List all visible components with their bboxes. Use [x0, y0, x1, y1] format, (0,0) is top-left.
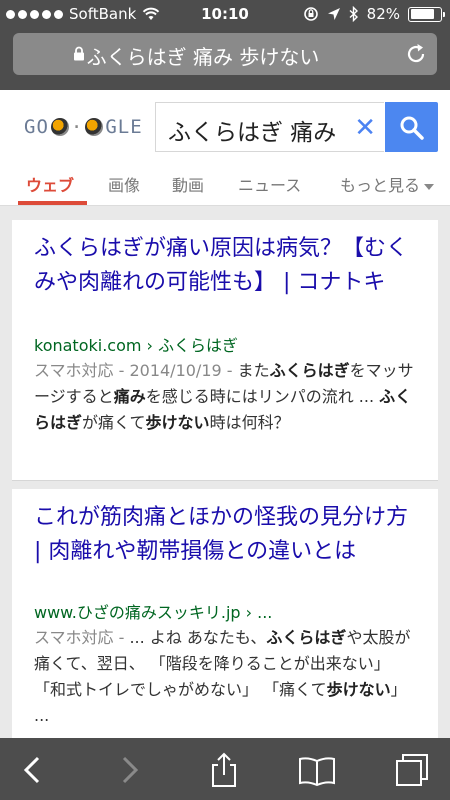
search-result: これが筋肉痛とほかの怪我の見分け方 | 肉離れや靭帯損傷との違いとは www.ひ…	[12, 489, 438, 749]
snippet-highlight: 痛み	[113, 387, 146, 406]
back-icon[interactable]	[14, 750, 54, 790]
bluetooth-icon	[349, 6, 358, 22]
snippet-text: ... よね あなたも、	[129, 628, 267, 647]
tab-images[interactable]: 画像	[108, 172, 140, 196]
snippet-highlight: 歩けない	[145, 413, 210, 432]
search-icon	[400, 116, 424, 140]
snippet-text: 時は何科？	[209, 413, 290, 432]
tab-more-label: もっと見る	[340, 176, 421, 195]
search-tabs: ウェブ 画像 動画 ニュース もっと見る	[0, 166, 450, 206]
address-bar[interactable]: ふくらはぎ 痛み 歩けない	[13, 33, 437, 75]
rotation-lock-icon	[303, 7, 318, 21]
clear-search-icon[interactable]: ✕	[354, 113, 376, 143]
location-icon	[327, 8, 340, 20]
address-bar-text: ふくらはぎ 痛み 歩けない	[86, 45, 320, 69]
result-snippet: スマホ対応 - 2014/10/19 - またふくらはぎをマッサージすると痛みを…	[34, 358, 418, 436]
tab-more[interactable]: もっと見る	[340, 172, 435, 196]
logo-text-left: GO	[24, 116, 49, 138]
result-title-link[interactable]: ふくらはぎが痛い原因は病気？【むくみや肉離れの可能性も】 | コナトキ	[34, 232, 418, 300]
result-url[interactable]: www.ひざの痛みスッキリ.jp › ...	[34, 599, 272, 623]
battery-icon	[408, 6, 445, 22]
tab-news[interactable]: ニュース	[238, 172, 301, 196]
search-result: ふくらはぎが痛い原因は病気？【むくみや肉離れの可能性も】 | コナトキ kona…	[12, 220, 438, 481]
snippet-highlight: ふくらはぎ	[269, 361, 350, 380]
result-meta: スマホ対応 -	[34, 628, 130, 647]
doodle-eye-icon	[50, 118, 69, 136]
snippet-text: また	[237, 361, 270, 380]
result-meta: スマホ対応 - 2014/10/19 -	[34, 361, 238, 380]
snippet-highlight: ふくらはぎ	[266, 628, 347, 647]
snippet-text: を感じる時にはリンパの流れ ...	[145, 387, 380, 406]
status-bar: SoftBank 10:10 82%	[0, 0, 450, 28]
snippet-text: が痛くて	[82, 413, 146, 432]
tab-web[interactable]: ウェブ	[26, 172, 74, 196]
logo-dash: ·	[70, 116, 84, 138]
browser-toolbar	[0, 738, 450, 800]
google-header: GO · GLE ふくらはぎ 痛み ✕ ウェブ 画像 動画 ニュース もっと見る	[0, 90, 450, 206]
snippet-highlight: 歩けない	[326, 680, 391, 699]
active-tab-indicator	[18, 201, 87, 205]
forward-icon[interactable]	[108, 750, 148, 790]
search-input[interactable]: ふくらはぎ 痛み ✕	[155, 102, 384, 152]
battery-percent: 82%	[366, 5, 400, 23]
result-title-link[interactable]: これが筋肉痛とほかの怪我の見分け方 | 肉離れや靭帯損傷との違いとは	[34, 501, 418, 569]
tabs-icon[interactable]	[392, 750, 432, 790]
reload-icon[interactable]	[403, 41, 429, 67]
search-query: ふくらはぎ 痛み	[168, 120, 337, 146]
result-url[interactable]: konatoki.com › ふくらはぎ	[34, 332, 238, 356]
bookmarks-icon[interactable]	[297, 750, 337, 790]
tab-videos[interactable]: 動画	[172, 172, 204, 196]
share-icon[interactable]	[204, 750, 244, 790]
search-button[interactable]	[385, 102, 438, 152]
result-snippet: スマホ対応 - ... よね あなたも、ふくらはぎや太股が痛くて、翌日、 「階段…	[34, 625, 418, 729]
doodle-eye-icon	[85, 118, 104, 136]
browser-address-area: ふくらはぎ 痛み 歩けない	[0, 28, 450, 90]
chevron-down-icon	[424, 183, 435, 190]
logo-text-right: GLE	[105, 116, 143, 138]
google-doodle-logo[interactable]: GO · GLE	[24, 116, 143, 138]
